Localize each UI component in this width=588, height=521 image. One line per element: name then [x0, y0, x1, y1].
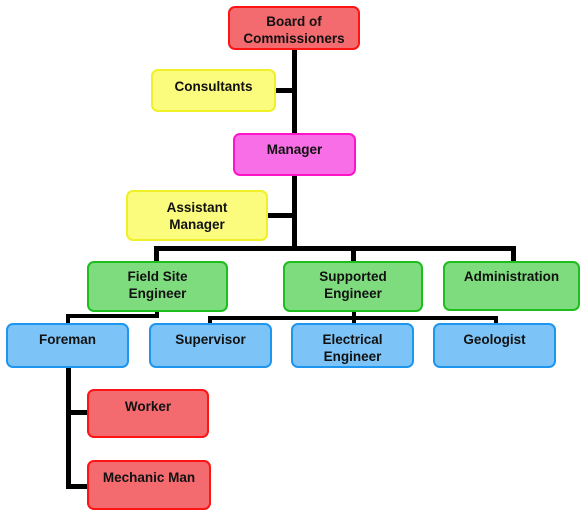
connector-mechanic-man: [66, 484, 88, 489]
node-label: Engineer: [324, 286, 382, 301]
node-consultants: Consultants: [151, 69, 276, 112]
node-label: Geologist: [463, 332, 526, 347]
node-label: Commissioners: [243, 31, 345, 46]
node-label: Field Site: [127, 269, 188, 284]
connector-foreman-bar: [66, 314, 159, 318]
node-label: Assistant: [166, 200, 228, 215]
node-supervisor: Supervisor: [149, 323, 272, 368]
node-field-site-engineer: Field Site Engineer: [87, 261, 228, 312]
node-label: Supported: [319, 269, 387, 284]
connector-foreman-trunk: [66, 368, 71, 489]
node-manager: Manager: [233, 133, 356, 176]
node-label: Supervisor: [175, 332, 246, 347]
node-electrical-engineer: Electrical Engineer: [291, 323, 414, 368]
connector-consultants: [276, 88, 294, 93]
node-label: Mechanic Man: [102, 470, 196, 485]
connector-supported-drop: [351, 246, 356, 262]
node-label: Engineer: [128, 286, 187, 301]
node-worker: Worker: [87, 389, 209, 438]
connector-field-site-drop: [154, 246, 159, 262]
node-foreman: Foreman: [6, 323, 129, 368]
connector-level3-bar: [154, 246, 516, 251]
node-supported-engineer: Supported Engineer: [283, 261, 423, 312]
node-board-of-commissioners: Board of Commissioners: [228, 6, 360, 50]
node-label: Board of: [266, 14, 322, 29]
node-label: Consultants: [174, 79, 253, 94]
node-label: Worker: [124, 399, 172, 414]
node-administration: Administration: [443, 261, 580, 311]
connector-admin-drop: [511, 246, 516, 262]
node-geologist: Geologist: [433, 323, 556, 368]
node-label: Foreman: [38, 332, 96, 347]
node-assistant-manager: Assistant Manager: [126, 190, 268, 241]
node-label: Manager: [266, 142, 323, 157]
node-label: Electrical: [322, 332, 383, 347]
node-label: Administration: [463, 269, 560, 284]
connector-assistant-manager: [268, 213, 294, 218]
node-label: Engineer: [323, 349, 382, 364]
node-label: Manager: [169, 217, 225, 232]
node-mechanic-man: Mechanic Man: [87, 460, 211, 510]
connector-worker: [66, 410, 88, 415]
